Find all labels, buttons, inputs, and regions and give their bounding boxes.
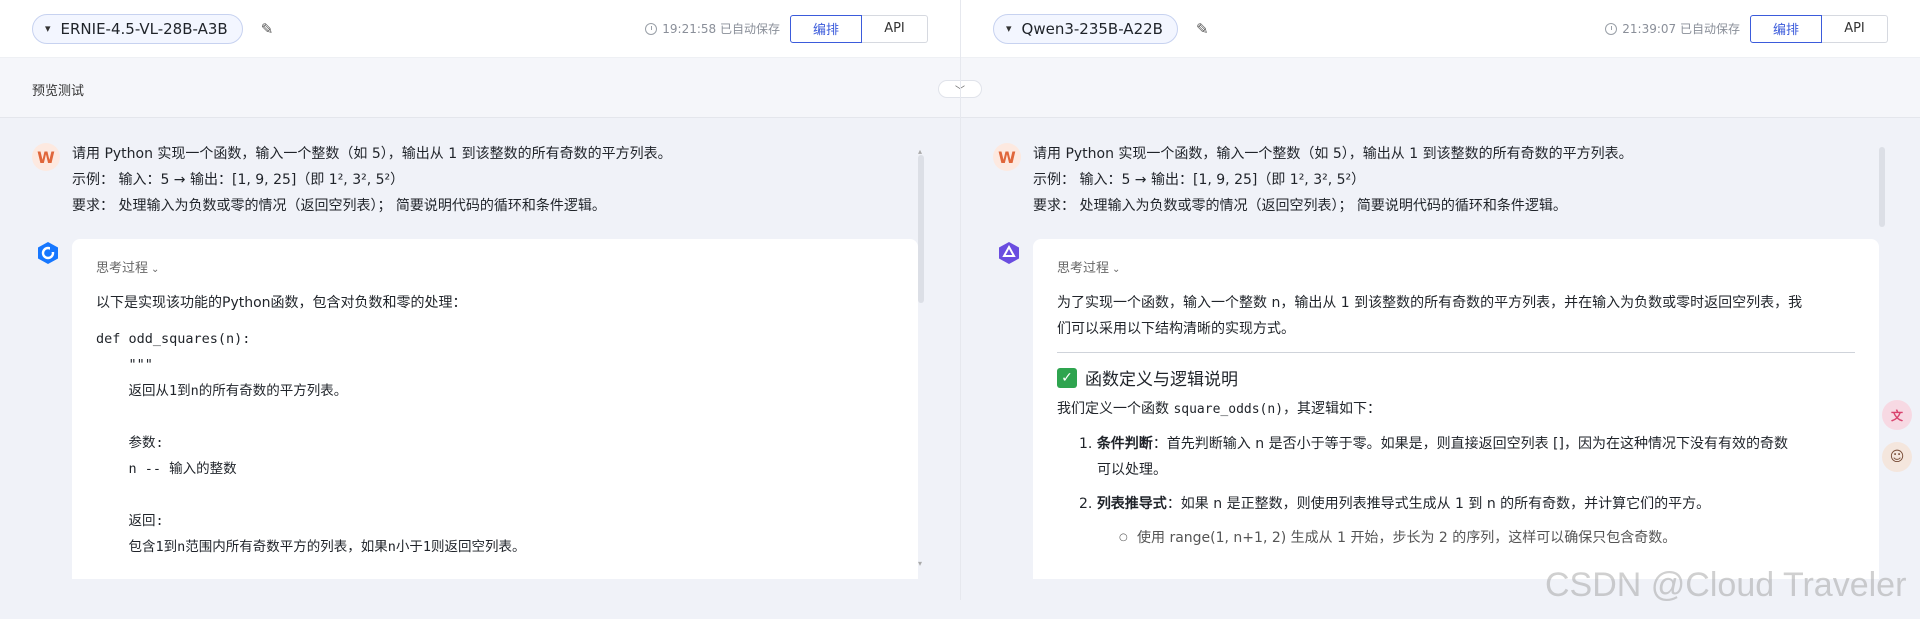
right-save-status: 21:39:07 已自动保存	[1605, 20, 1740, 37]
left-model-selector[interactable]: ▾ ERNIE-4.5-VL-28B-A3B	[32, 13, 243, 44]
left-save-status: 19:21:58 已自动保存	[645, 20, 780, 37]
right-arrange-button[interactable]: 编排	[1750, 14, 1822, 43]
list-item: 1. 条件判断：首先判断输入 n 是否小于等于零。如果是，则直接返回空列表 []…	[1079, 436, 1788, 478]
thinking-toggle[interactable]: 思考过程 ⌄	[96, 257, 894, 276]
qwen-logo-icon	[999, 242, 1019, 264]
right-toolbar: ▾ Qwen3-235B-A22B ✎ 21:39:07 已自动保存 编排 AP…	[961, 0, 1920, 58]
left-scrollbar[interactable]: ▴ ▾	[918, 147, 924, 568]
reply-intro: 为了实现一个函数，输入一个整数 n，输出从 1 到该整数的所有奇数的平方列表，并…	[1057, 295, 1803, 337]
user-message-text: 请用 Python 实现一个函数，输入一个整数（如 5），输出从 1 到该整数的…	[72, 146, 672, 214]
define-line: 我们定义一个函数 square_odds(n)，其逻辑如下：	[1057, 401, 1382, 417]
sub-list-item: 使用 range(1, n+1, 2) 生成从 1 开始，步长为 2 的序列，这…	[1057, 525, 1855, 551]
floating-tools: 文 ☺	[1882, 400, 1912, 484]
scroll-down-icon[interactable]: ▾	[918, 559, 922, 568]
user-message-text: 请用 Python 实现一个函数，输入一个整数（如 5），输出从 1 到该整数的…	[1033, 146, 1633, 214]
translate-icon[interactable]: 文	[1882, 400, 1912, 430]
chevron-down-icon: ▾	[1006, 22, 1012, 35]
scrollbar-thumb[interactable]	[1879, 147, 1885, 227]
left-mode-toggle: 编排 API	[790, 14, 928, 43]
clock-icon	[645, 22, 658, 35]
preview-title: 预览测试	[32, 84, 85, 99]
logic-list: 1. 条件判断：首先判断输入 n 是否小于等于零。如果是，则直接返回空列表 []…	[1057, 431, 1855, 517]
user-avatar: W	[32, 143, 60, 171]
right-chat-panel: W 请用 Python 实现一个函数，输入一个整数（如 5），输出从 1 到该整…	[961, 119, 1920, 579]
right-scrollbar[interactable]	[1879, 147, 1885, 567]
app-root: ▾ ERNIE-4.5-VL-28B-A3B ✎ 19:21:58 已自动保存 …	[0, 0, 1920, 619]
list-item: 2. 列表推导式：如果 n 是正整数，则使用列表推导式生成从 1 到 n 的所有…	[1079, 496, 1711, 512]
scroll-up-icon[interactable]: ▴	[918, 147, 922, 156]
chevron-down-icon: ⌄	[1112, 264, 1121, 275]
edit-icon[interactable]: ✎	[261, 20, 274, 38]
section-heading: ✓ 函数定义与逻辑说明	[1057, 365, 1855, 390]
left-arrange-button[interactable]: 编排	[790, 14, 862, 43]
edit-icon[interactable]: ✎	[1196, 20, 1209, 38]
user-avatar: W	[993, 143, 1021, 171]
left-api-button[interactable]: API	[862, 14, 928, 43]
divider	[1057, 352, 1855, 353]
right-model-selector[interactable]: ▾ Qwen3-235B-A22B	[993, 13, 1178, 44]
assistant-reply: 思考过程 ⌄ 为了实现一个函数，输入一个整数 n，输出从 1 到该整数的所有奇数的…	[1033, 239, 1879, 579]
clock-icon	[1605, 22, 1618, 35]
watermark: CSDN @Cloud Traveler	[1545, 566, 1907, 604]
right-model-name: Qwen3-235B-A22B	[1021, 19, 1163, 38]
ernie-logo-icon	[38, 242, 58, 264]
assistant-avatar-icon[interactable]: ☺	[1882, 442, 1912, 472]
right-mode-toggle: 编排 API	[1750, 14, 1888, 43]
left-chat-panel: W 请用 Python 实现一个函数，输入一个整数（如 5），输出从 1 到该整…	[0, 119, 960, 579]
code-block: def odd_squares(n): """ 返回从1到n的所有奇数的平方列表…	[96, 331, 526, 555]
thinking-toggle[interactable]: 思考过程 ⌄	[1057, 257, 1855, 276]
chevron-down-icon: ▾	[45, 22, 51, 35]
left-model-name: ERNIE-4.5-VL-28B-A3B	[60, 19, 228, 38]
assistant-reply: 思考过程 ⌄ 以下是实现该功能的Python函数，包含对负数和零的处理： def …	[72, 239, 918, 579]
scrollbar-thumb[interactable]	[918, 155, 924, 303]
left-toolbar: ▾ ERNIE-4.5-VL-28B-A3B ✎ 19:21:58 已自动保存 …	[0, 0, 960, 58]
reply-intro: 以下是实现该功能的Python函数，包含对负数和零的处理：	[96, 295, 467, 311]
chevron-down-icon: ⌄	[151, 264, 160, 275]
checkmark-icon: ✓	[1057, 367, 1077, 388]
right-api-button[interactable]: API	[1822, 14, 1888, 43]
